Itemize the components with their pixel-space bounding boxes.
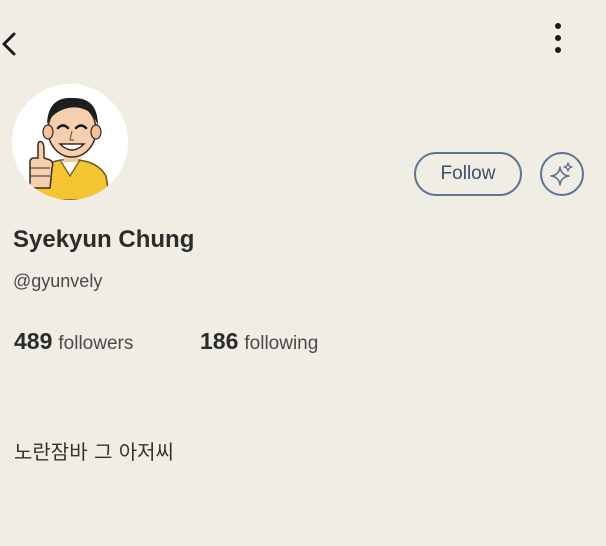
followers-count: 489: [14, 328, 53, 354]
follow-button[interactable]: Follow: [414, 152, 522, 196]
profile-stats: 489 followers 186 following: [14, 328, 514, 360]
avatar-illustration: [12, 84, 128, 200]
followers-label: followers: [58, 333, 134, 354]
avatar[interactable]: [12, 84, 128, 200]
sparkle-button[interactable]: [540, 152, 584, 196]
sparkle-icon: [550, 162, 573, 186]
following-stat[interactable]: 186 following: [200, 328, 318, 355]
back-button[interactable]: [0, 26, 28, 62]
following-count: 186: [200, 328, 239, 354]
following-label: following: [244, 333, 319, 354]
followers-stat[interactable]: 489 followers: [14, 328, 133, 355]
profile-bio: 노란잠바 그 아저씨: [14, 440, 174, 464]
chevron-left-icon: [2, 32, 16, 56]
more-vertical-icon: [555, 23, 561, 53]
top-bar: [0, 0, 606, 80]
profile-name: Syekyun Chung: [13, 226, 195, 253]
profile-handle: @gyunvely: [13, 271, 103, 291]
more-options-button[interactable]: [544, 20, 572, 60]
